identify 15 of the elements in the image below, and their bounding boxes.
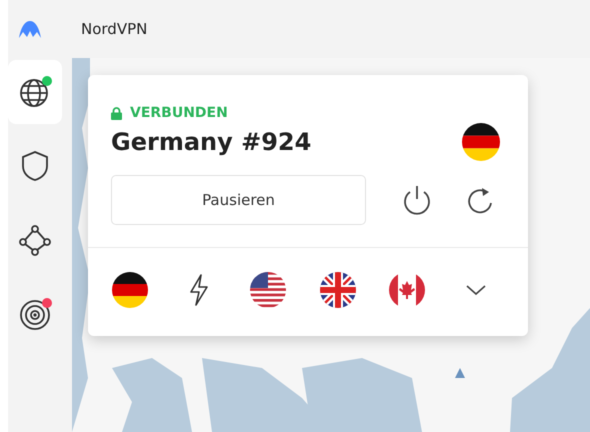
- server-name: Germany #924: [111, 128, 312, 156]
- chevron-down-icon[interactable]: [464, 284, 487, 296]
- mesh-network-icon: [18, 223, 52, 257]
- connection-status: VERBUNDEN: [130, 105, 228, 121]
- app-title: NordVPN: [81, 20, 148, 38]
- pause-button[interactable]: Pausieren: [111, 175, 366, 225]
- uk-flag-icon[interactable]: [320, 272, 356, 308]
- logo-icon: [17, 19, 43, 39]
- usa-flag-icon[interactable]: [250, 272, 286, 308]
- germany-flag-icon[interactable]: [462, 123, 500, 161]
- lock-icon: [111, 106, 122, 120]
- sidebar-item[interactable]: [8, 60, 62, 124]
- canada-flag-icon[interactable]: [388, 272, 425, 308]
- target-icon: [18, 297, 52, 331]
- germany-flag-icon[interactable]: [112, 272, 148, 308]
